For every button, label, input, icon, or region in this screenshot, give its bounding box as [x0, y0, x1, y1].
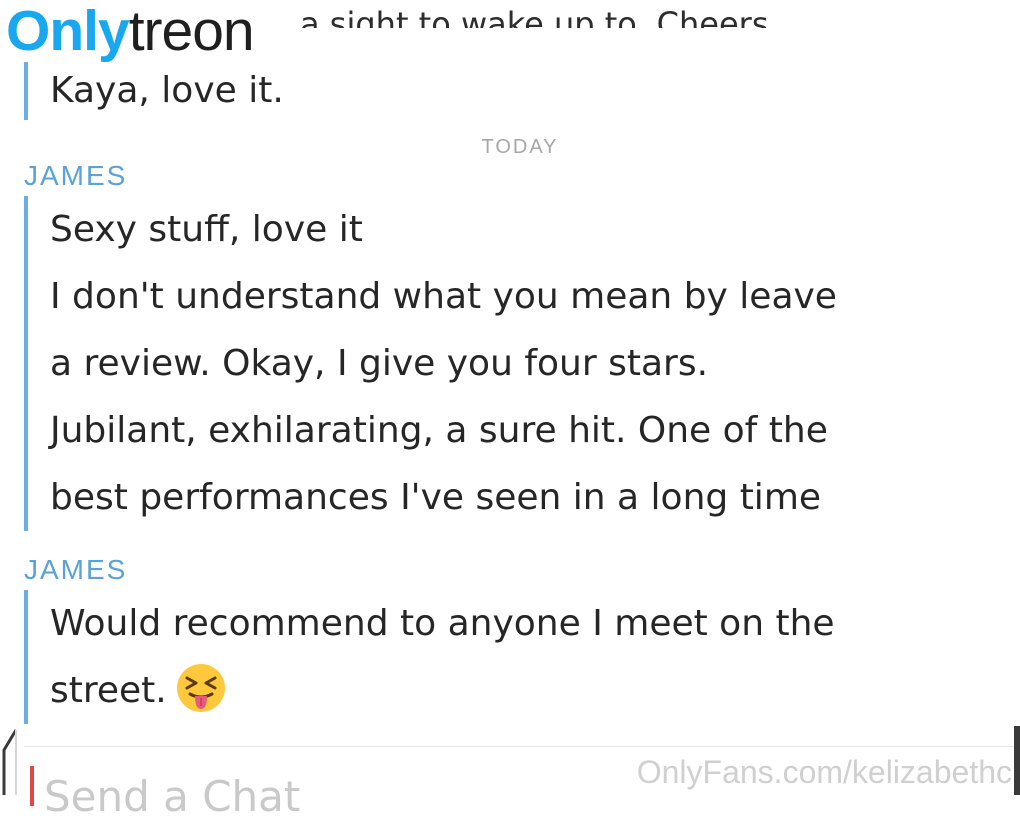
message-line: Jubilant, exhilarating, a sure hit. One … [50, 410, 828, 451]
previous-message: Kaya, love it. [24, 62, 284, 120]
message-bubble[interactable]: Would recommend to anyone I meet on the … [24, 590, 835, 724]
onlyfans-watermark: OnlyFans.com/kelizabethc [636, 754, 1012, 790]
text-cursor [30, 766, 34, 806]
day-separator: TODAY [481, 136, 559, 158]
onlytreon-watermark-logo: Onlytreon [6, 0, 255, 64]
previous-message-cut-line: a sight to wake up to. Cheers [300, 5, 769, 43]
chat-input[interactable]: Send a Chat [44, 772, 300, 821]
device-frame-edge [2, 729, 18, 795]
message-line: Sexy stuff, love it [50, 209, 363, 250]
device-frame-edge-right [1014, 726, 1020, 795]
message-sender-name: JAMES [24, 554, 128, 585]
logo-treon-text: treon [128, 0, 255, 63]
message-line: a review. Okay, I give you four stars. [50, 343, 709, 384]
message-line: Would recommend to anyone I meet on the [50, 603, 835, 644]
message-line: best performances I've seen in a long ti… [50, 477, 822, 518]
composer-divider [24, 746, 1020, 747]
message-bubble[interactable]: Sexy stuff, love it I don't understand w… [24, 196, 837, 531]
squinting-face-with-tongue-icon [176, 664, 225, 712]
logo-only-text: Only [6, 0, 130, 63]
message-text: street. [50, 670, 167, 711]
message-sender-name: JAMES [24, 160, 128, 191]
message-line-with-emoji: street. [28, 657, 835, 724]
previous-message-line: Kaya, love it. [50, 70, 284, 111]
message-line: I don't understand what you mean by leav… [50, 276, 837, 317]
